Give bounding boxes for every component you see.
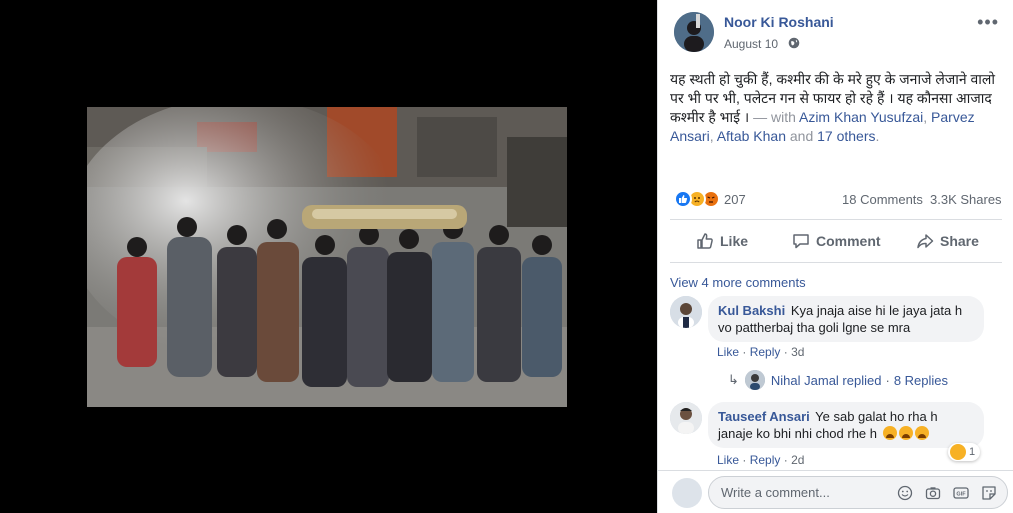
camera-icon[interactable] [925, 485, 941, 501]
photo-viewer [0, 0, 657, 513]
comment-bubble: Kul Bakshi Kya jnaja aise hi le jaya jat… [708, 296, 984, 342]
separator-dot: · [783, 453, 788, 467]
tag-separator: , [709, 128, 717, 144]
with-prefix: — with [749, 109, 799, 125]
post-text: यह स्थती हो चुकी हैं, कश्मीर की के मरे ह… [670, 70, 1002, 146]
crying-emoji-icon [914, 426, 929, 440]
comment-label: Comment [816, 233, 881, 249]
comment-time[interactable]: 2d [791, 453, 804, 467]
separator-dot: · [742, 453, 747, 467]
separator-dot: · [742, 345, 747, 359]
shares-count[interactable]: 3.3K Shares [930, 192, 1002, 207]
replied-text[interactable]: Nihal Jamal replied [771, 373, 882, 388]
post-side-panel: Noor Ki Roshani August 10 ••• यह स्थती ह… [657, 0, 1013, 513]
my-avatar [672, 478, 702, 508]
like-button[interactable]: Like [696, 230, 748, 252]
commenter-avatar[interactable] [670, 402, 702, 434]
reply-arrow-icon: ↳ [728, 372, 739, 387]
crying-emoji-icon [882, 426, 897, 440]
divider [670, 219, 1002, 220]
author-name[interactable]: Noor Ki Roshani [724, 14, 834, 30]
period: . [875, 128, 880, 144]
sticker-icon[interactable] [981, 485, 997, 501]
comment-time[interactable]: 3d [791, 345, 804, 359]
comment-icon [793, 234, 809, 249]
replier-avatar [744, 370, 765, 390]
comment-reply-link[interactable]: Reply [750, 453, 781, 467]
commenter-name[interactable]: Kul Bakshi [718, 303, 785, 318]
replies-count[interactable]: 8 Replies [894, 373, 948, 388]
author-avatar[interactable] [674, 12, 714, 52]
comment-like-link[interactable]: Like [717, 453, 739, 467]
post-photo[interactable] [87, 107, 567, 407]
more-options-icon[interactable]: ••• [977, 13, 999, 31]
replies-link[interactable]: ↳ Nihal Jamal replied · 8 Replies [728, 370, 948, 390]
like-reaction-icon [674, 190, 692, 208]
share-button[interactable]: Share [916, 230, 979, 252]
photo-illustration [87, 107, 567, 407]
tag-link[interactable]: Azim Khan Yusufzai [799, 109, 923, 125]
comment-input[interactable] [721, 485, 881, 500]
comment-composer: GIF [708, 476, 1008, 509]
comment-bubble: Tauseef Ansari Ye sab galat ho rha h jan… [708, 402, 984, 448]
commenter-avatar[interactable] [670, 296, 702, 328]
svg-text:GIF: GIF [956, 492, 966, 498]
view-more-comments-link[interactable]: View 4 more comments [670, 275, 806, 290]
crying-emoji-icon [898, 426, 913, 440]
reaction-summary[interactable]: 207 [674, 190, 746, 208]
separator-dot: · [783, 345, 788, 359]
tag-separator: , [923, 109, 932, 125]
divider [670, 262, 1002, 263]
sad-reaction-icon [950, 444, 966, 460]
and-text: and [785, 128, 818, 144]
like-label: Like [720, 233, 749, 249]
share-label: Share [940, 233, 979, 249]
smile-icon[interactable] [897, 485, 913, 501]
post-date[interactable]: August 10 [724, 37, 778, 51]
comments-count[interactable]: 18 Comments [842, 192, 923, 207]
comment-meta: Like · Reply · 2d [717, 453, 804, 467]
comment-reply-link[interactable]: Reply [750, 345, 781, 359]
comment-like-link[interactable]: Like [717, 345, 739, 359]
comment-reaction-badge[interactable]: 1 [948, 443, 981, 461]
comment-reaction-count: 1 [969, 446, 976, 458]
others-link[interactable]: 17 others [817, 128, 875, 144]
gif-icon[interactable]: GIF [953, 485, 969, 501]
like-icon [697, 233, 713, 249]
share-icon [917, 234, 934, 249]
globe-icon [788, 37, 800, 49]
reaction-count: 207 [724, 191, 746, 207]
comment-button[interactable]: Comment [792, 230, 881, 252]
comment-meta: Like · Reply · 3d [717, 345, 804, 359]
tag-link[interactable]: Aftab Khan [717, 128, 786, 144]
commenter-name[interactable]: Tauseef Ansari [718, 409, 810, 424]
divider [658, 470, 1013, 471]
separator-dot: · [885, 372, 890, 388]
